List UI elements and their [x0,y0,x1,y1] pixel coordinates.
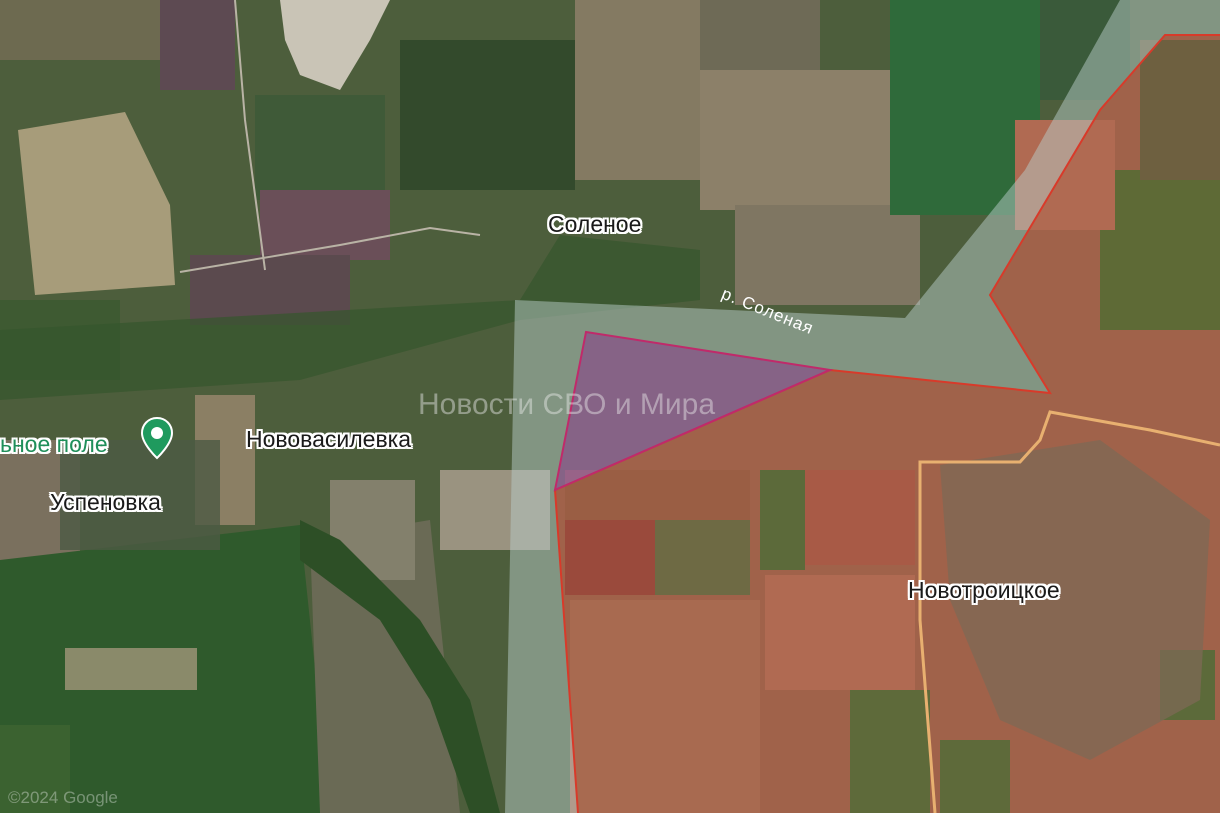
label-uspenovka: Успеновка [50,489,161,515]
label-solenoe: Соленое [548,211,642,237]
satellite-map[interactable]: Соленое Нововасилевка Успеновка Новотрои… [0,0,1220,813]
label-novotroitskoe: Новотроицкое [908,577,1060,603]
map-pin-icon[interactable] [140,416,174,460]
copyright: ©2024 Google [8,788,118,807]
watermark: Новости СВО и Мира [418,388,716,421]
label-novovasilevka: Нововасилевка [246,426,412,452]
label-poi-field[interactable]: ьное поле [0,431,108,458]
